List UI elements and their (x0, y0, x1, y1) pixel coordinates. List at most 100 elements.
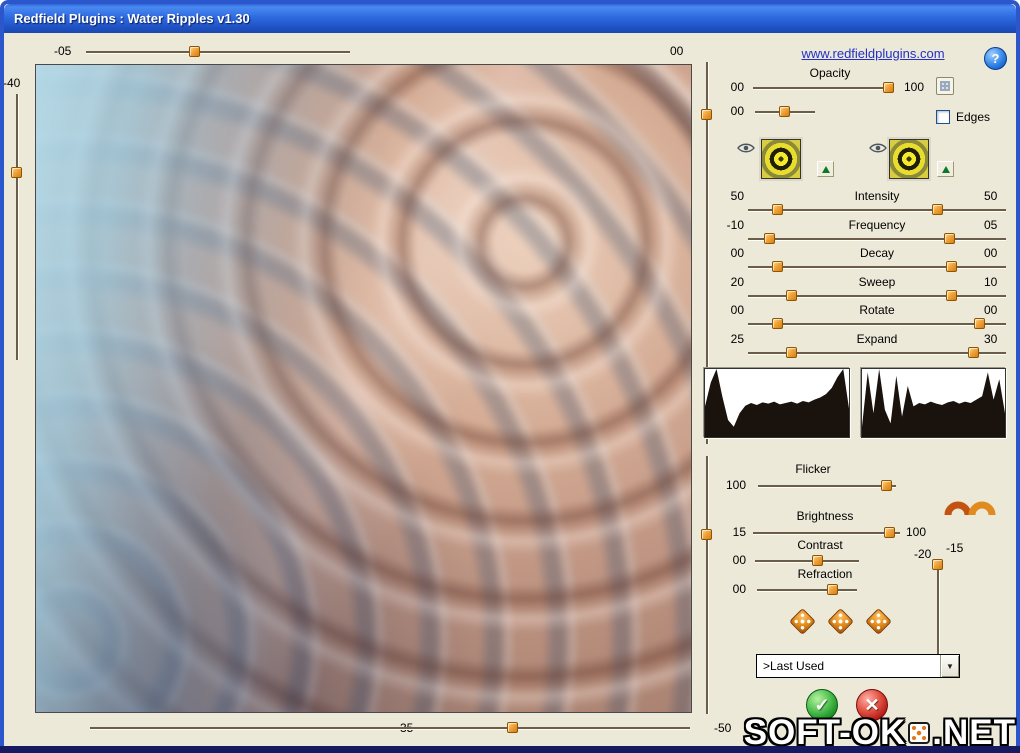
top-slider-track[interactable] (86, 51, 350, 53)
bottom-slider-handle[interactable] (507, 722, 518, 733)
dropdown-arrow-button[interactable]: ▼ (940, 655, 959, 677)
watermark-text-left: SOFT-OK (744, 713, 907, 753)
aux-slider-value: 00 (720, 104, 744, 118)
up-triangle-icon (822, 166, 830, 173)
top-slider-left-value: -05 (54, 44, 71, 58)
rotate-left-handle[interactable] (772, 318, 783, 329)
contrast-slider-handle[interactable] (812, 555, 823, 566)
sweep-right-value: 10 (984, 275, 997, 289)
contrast-left-value: 00 (718, 553, 746, 567)
eye-icon[interactable] (737, 142, 755, 154)
opacity-slider-track[interactable] (753, 87, 894, 89)
plugin-window: Redfield Plugins : Water Ripples v1.30 -… (0, 0, 1020, 753)
website-link[interactable]: www.redfieldplugins.com (778, 46, 968, 61)
flicker-slider-track[interactable] (758, 485, 896, 487)
brightness-slider-handle[interactable] (884, 527, 895, 538)
intensity-left-handle[interactable] (772, 204, 783, 215)
contrast-vertical-value-1: -20 (914, 547, 931, 561)
refraction-slider-handle[interactable] (827, 584, 838, 595)
expand-label: Expand (748, 332, 1006, 346)
contrast-vertical-slider-handle[interactable] (932, 559, 943, 570)
opacity-min-value: 00 (720, 80, 744, 94)
window-title: Redfield Plugins : Water Ripples v1.30 (14, 11, 250, 26)
preview-image[interactable] (35, 64, 692, 713)
intensity-right-handle[interactable] (932, 204, 943, 215)
watermark-dice-icon (908, 722, 930, 744)
decay-right-value: 00 (984, 246, 997, 260)
opacity-label: Opacity (790, 66, 870, 80)
watermark: SOFT-OK .NET (744, 713, 1016, 753)
texture-thumbnail[interactable] (761, 139, 801, 179)
bottom-slider-right-value: -50 (714, 721, 731, 735)
edges-label: Edges (956, 110, 990, 124)
sweep-right-handle[interactable] (946, 290, 957, 301)
edges-checkbox[interactable] (936, 110, 950, 124)
contrast-vertical-slider-track[interactable] (937, 560, 939, 654)
decay-label: Decay (748, 246, 1006, 260)
intensity-right-value: 50 (984, 189, 997, 203)
random-dice-icon[interactable] (827, 608, 854, 635)
opacity-texture-button[interactable] (936, 77, 954, 95)
expand-right-handle[interactable] (968, 347, 979, 358)
right-upper-slider-handle[interactable] (701, 109, 712, 120)
intensity-label: Intensity (748, 189, 1006, 203)
right-lower-slider-track[interactable] (706, 456, 708, 714)
sweep-left-handle[interactable] (786, 290, 797, 301)
opacity-slider-handle[interactable] (883, 82, 894, 93)
brightness-slider-track[interactable] (753, 532, 900, 534)
right-lower-slider-handle[interactable] (701, 529, 712, 540)
intensity-slider-track[interactable] (748, 209, 1006, 211)
brightness-right-value: 100 (906, 525, 926, 539)
help-button[interactable]: ? (984, 47, 1007, 70)
bottom-slider-track[interactable] (90, 727, 690, 729)
expand-left-value: 25 (706, 332, 744, 346)
flicker-value: 100 (718, 478, 746, 492)
random-dice-icon[interactable] (865, 608, 892, 635)
contrast-vertical-value-2: -15 (946, 541, 963, 555)
random-dice-icon[interactable] (789, 608, 816, 635)
left-slider-value: -40 (3, 76, 20, 90)
histogram-display-right (861, 368, 1006, 438)
refraction-slider-track[interactable] (757, 589, 857, 591)
brightness-label: Brightness (760, 509, 890, 523)
decay-left-handle[interactable] (772, 261, 783, 272)
title-bar[interactable]: Redfield Plugins : Water Ripples v1.30 (4, 4, 1016, 33)
decay-left-value: 00 (706, 246, 744, 260)
refraction-left-value: 00 (718, 582, 746, 596)
rotate-slider-track[interactable] (748, 323, 1006, 325)
decay-right-handle[interactable] (946, 261, 957, 272)
eye-icon[interactable] (869, 142, 887, 154)
aux-slider-handle[interactable] (779, 106, 790, 117)
frequency-right-value: 05 (984, 218, 997, 232)
preset-dropdown-value: >Last Used (757, 659, 940, 673)
brightness-left-value: 15 (718, 525, 746, 539)
intensity-left-value: 50 (706, 189, 744, 203)
left-slider-handle[interactable] (11, 167, 22, 178)
texture-picker-button[interactable] (937, 161, 954, 177)
refraction-label: Refraction (760, 567, 890, 581)
flicker-slider-handle[interactable] (881, 480, 892, 491)
expand-left-handle[interactable] (786, 347, 797, 358)
frequency-left-value: -10 (706, 218, 744, 232)
frequency-right-handle[interactable] (944, 233, 955, 244)
left-slider-track[interactable] (16, 94, 18, 360)
up-triangle-icon (942, 166, 950, 173)
rotate-right-value: 00 (984, 303, 997, 317)
water-ripple-render (35, 64, 692, 713)
top-slider-handle[interactable] (189, 46, 200, 57)
opacity-max-value: 100 (904, 80, 924, 94)
rotate-left-value: 00 (706, 303, 744, 317)
contrast-slider-track[interactable] (755, 560, 859, 562)
decay-slider-track[interactable] (748, 266, 1006, 268)
expand-right-value: 30 (984, 332, 997, 346)
texture-picker-button[interactable] (817, 161, 834, 177)
wave-icon[interactable] (944, 491, 996, 517)
contrast-label: Contrast (755, 538, 885, 552)
frequency-label: Frequency (748, 218, 1006, 232)
frequency-slider-track[interactable] (748, 238, 1006, 240)
preset-dropdown[interactable]: >Last Used ▼ (756, 654, 960, 678)
rotate-right-handle[interactable] (974, 318, 985, 329)
frequency-left-handle[interactable] (764, 233, 775, 244)
sweep-left-value: 20 (706, 275, 744, 289)
texture-thumbnail[interactable] (889, 139, 929, 179)
